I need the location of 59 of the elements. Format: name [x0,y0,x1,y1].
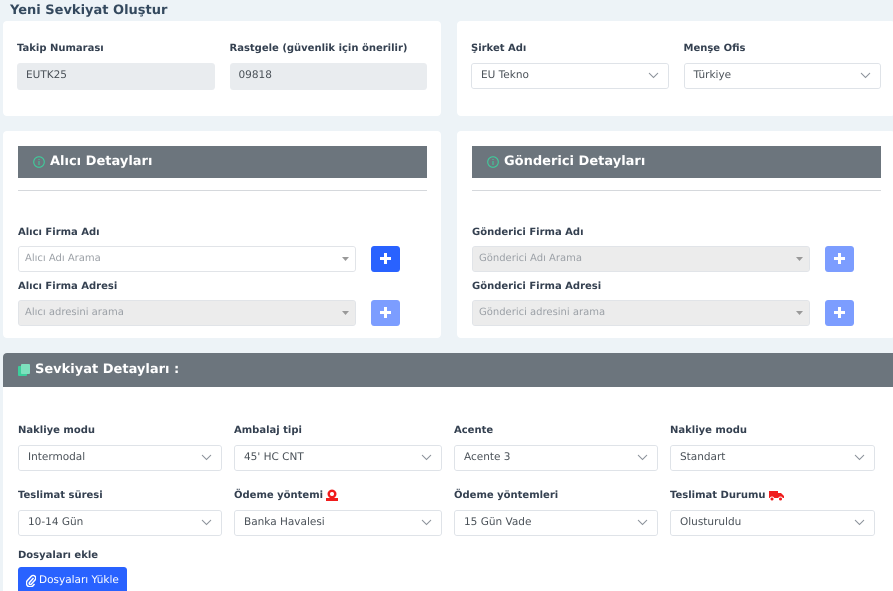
input-field[interactable]: 09818 [230,62,427,90]
plus-icon [834,307,845,318]
section-title: Alıcı Detayları [50,152,152,171]
field-label: Şirket Adı [471,42,528,56]
section-title: Sevkiyat Detayları : [35,360,180,379]
book-icon [18,364,30,376]
plus-icon [380,307,391,318]
info-icon [33,156,45,168]
select-field[interactable]: 10-14 Gün [18,510,222,536]
field-label: Teslimat süresi [18,488,103,503]
add-button[interactable] [371,246,400,272]
field-label: Rastgele (güvenlik için önerilir) [230,42,408,56]
select-field[interactable]: EU Tekno [471,62,668,89]
field-label: Menşe Ofis [684,42,746,56]
money-icon [326,489,338,502]
chevron-down-icon [637,519,648,526]
caret-icon [796,256,803,261]
field-label: Gönderici Firma Adresi [472,280,602,294]
chevron-down-icon [854,519,865,526]
field-label: Takip Numarası [17,42,105,56]
info-icon [487,156,499,168]
section-title: Gönderici Detayları [504,152,646,171]
plus-icon [380,253,391,264]
caret-icon [342,256,349,261]
chevron-down-icon [860,72,871,80]
chevron-down-icon [201,454,212,462]
caret-icon [796,310,803,315]
select-field[interactable]: Banka Havalesi [234,510,442,536]
field-label: Nakliye modu [18,424,95,438]
chevron-down-icon [201,519,212,526]
paperclip-icon [26,574,36,587]
page-title: Yeni Sevkiyat Oluştur [9,2,168,20]
field-label: Alıcı Firma Adresi [18,280,118,294]
field-label: Alıcı Firma Adı [18,226,101,240]
chevron-down-icon [854,454,865,462]
select-field[interactable]: 45' HC CNT [234,444,442,471]
field-label: Acente [454,424,494,438]
caret-icon [342,310,349,315]
field-label: Dosyaları ekle [18,548,100,563]
select-field[interactable]: Olusturuldu [670,510,875,536]
chevron-down-icon [637,454,648,462]
field-label: Ödeme yöntemi [234,488,324,503]
chevron-down-icon [648,72,658,80]
field-label: Ambalaj tipi [234,424,302,438]
field-label: Nakliye modu [670,424,747,438]
input-field[interactable]: EUTK25 [17,62,214,90]
truck-icon [768,490,784,501]
field-label: Teslimat Durumu [670,488,766,503]
plus-icon [834,253,845,264]
upload-button[interactable]: Dosyaları Yükle [18,566,127,591]
chevron-down-icon [421,454,432,462]
field-label: Gönderici Firma Adı [472,226,584,240]
chevron-down-icon [421,519,432,526]
select-field[interactable]: Türkiye [684,62,881,89]
field-label: Ödeme yöntemleri [454,488,558,503]
select-field[interactable]: 15 Gün Vade [454,510,658,536]
select-field[interactable]: Standart [670,444,875,471]
select-field[interactable]: Acente 3 [454,444,658,471]
select-field[interactable]: Intermodal [18,444,222,471]
